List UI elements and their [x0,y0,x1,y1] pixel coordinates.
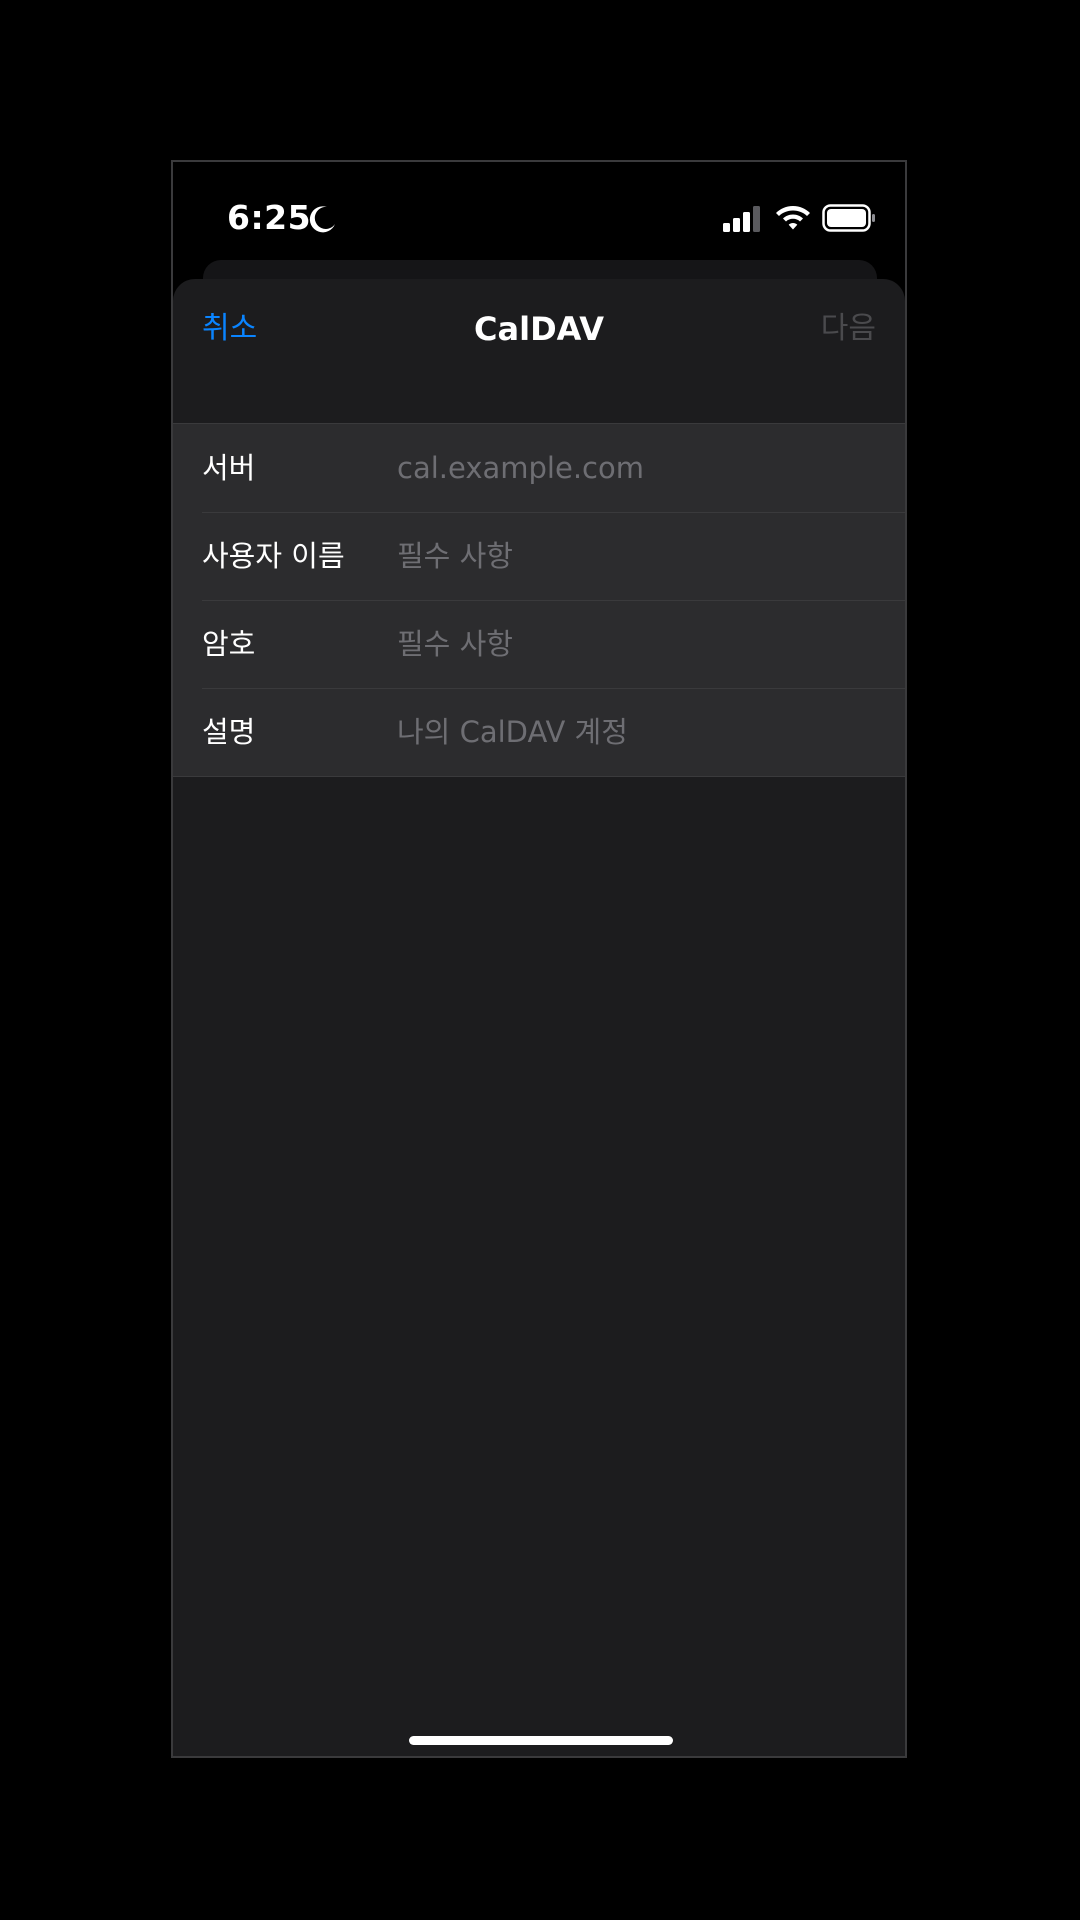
modal-sheet: 취소 CalDAV 다음 서버 사용자 이름 암호 설명 [173,279,905,1756]
description-label: 설명 [202,715,256,749]
server-input[interactable] [397,444,867,492]
page-title: CalDAV [474,310,604,348]
username-input[interactable] [397,532,867,580]
form-row-description[interactable]: 설명 [173,688,905,776]
form-row-password[interactable]: 암호 [173,600,905,688]
moon-icon [309,206,335,233]
home-indicator[interactable] [409,1736,673,1745]
phone-screen: 6:25 취소 CalDAV 다음 서버 cal.example.com 사용자… [171,160,907,1758]
wifi-icon [776,206,810,230]
next-button[interactable]: 다음 [821,309,876,349]
form-row-username[interactable]: 사용자 이름 [173,512,905,600]
battery-icon [822,204,875,232]
cellular-signal-icon [723,206,760,232]
username-label: 사용자 이름 [202,539,345,573]
status-time: 6:25 [227,198,312,237]
description-input[interactable] [397,708,867,756]
navigation-bar: 취소 CalDAV 다음 [173,279,905,389]
status-bar: 6:25 [173,162,905,262]
password-label: 암호 [202,627,256,661]
password-input[interactable] [397,620,867,668]
server-label: 서버 [202,451,256,485]
account-form: 서버 사용자 이름 암호 설명 [173,423,905,777]
form-row-server[interactable]: 서버 [173,424,905,512]
